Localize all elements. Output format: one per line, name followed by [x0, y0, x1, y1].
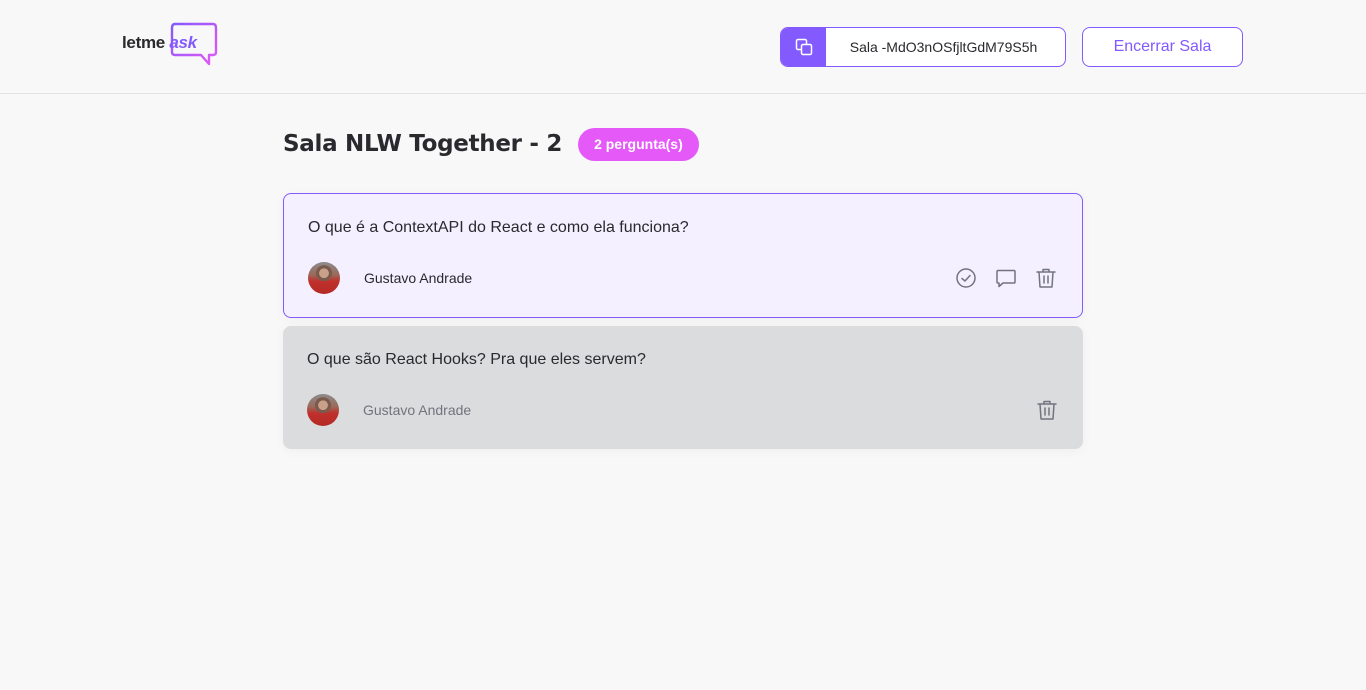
- question-actions: [1035, 398, 1059, 422]
- user-info: Gustavo Andrade: [308, 262, 472, 294]
- logo-prefix: letme: [122, 33, 165, 52]
- letmeask-logo[interactable]: letme ask: [122, 22, 218, 70]
- main-content: Sala NLW Together - 2 2 pergunta(s) O qu…: [283, 94, 1083, 457]
- logo-text: letme ask: [122, 33, 197, 53]
- end-room-button[interactable]: Encerrar Sala: [1082, 27, 1243, 67]
- question-footer: Gustavo Andrade: [308, 262, 1058, 294]
- page-header: letme ask Sala -MdO3nOSfjltGdM79S5h Ence…: [0, 0, 1366, 94]
- page-title: Sala NLW Together - 2: [283, 131, 563, 157]
- copy-icon: [781, 28, 826, 66]
- question-content: O que são React Hooks? Pra que eles serv…: [307, 351, 646, 368]
- question-content: O que é a ContextAPI do React e como ela…: [308, 219, 689, 236]
- room-title-row: Sala NLW Together - 2 2 pergunta(s): [283, 127, 1083, 161]
- delete-icon[interactable]: [1034, 266, 1058, 290]
- answer-icon[interactable]: [994, 266, 1018, 290]
- author-name: Gustavo Andrade: [364, 270, 473, 286]
- question-footer: Gustavo Andrade: [307, 394, 1059, 426]
- question-card: O que é a ContextAPI do React e como ela…: [283, 193, 1083, 318]
- room-code-button[interactable]: Sala -MdO3nOSfjltGdM79S5h: [780, 27, 1066, 67]
- delete-icon[interactable]: [1035, 398, 1059, 422]
- question-card: O que são React Hooks? Pra que eles serv…: [283, 326, 1083, 449]
- logo-accent: ask: [169, 33, 197, 52]
- question-actions: [954, 266, 1058, 290]
- room-code-label: Sala -MdO3nOSfjltGdM79S5h: [849, 39, 1038, 55]
- question-count-badge: 2 pergunta(s): [578, 127, 699, 161]
- avatar: [308, 262, 340, 294]
- avatar: [307, 394, 339, 426]
- user-info: Gustavo Andrade: [307, 394, 471, 426]
- question-list: O que é a ContextAPI do React e como ela…: [283, 193, 1083, 449]
- author-name: Gustavo Andrade: [363, 402, 472, 418]
- check-circle-icon[interactable]: [954, 266, 978, 290]
